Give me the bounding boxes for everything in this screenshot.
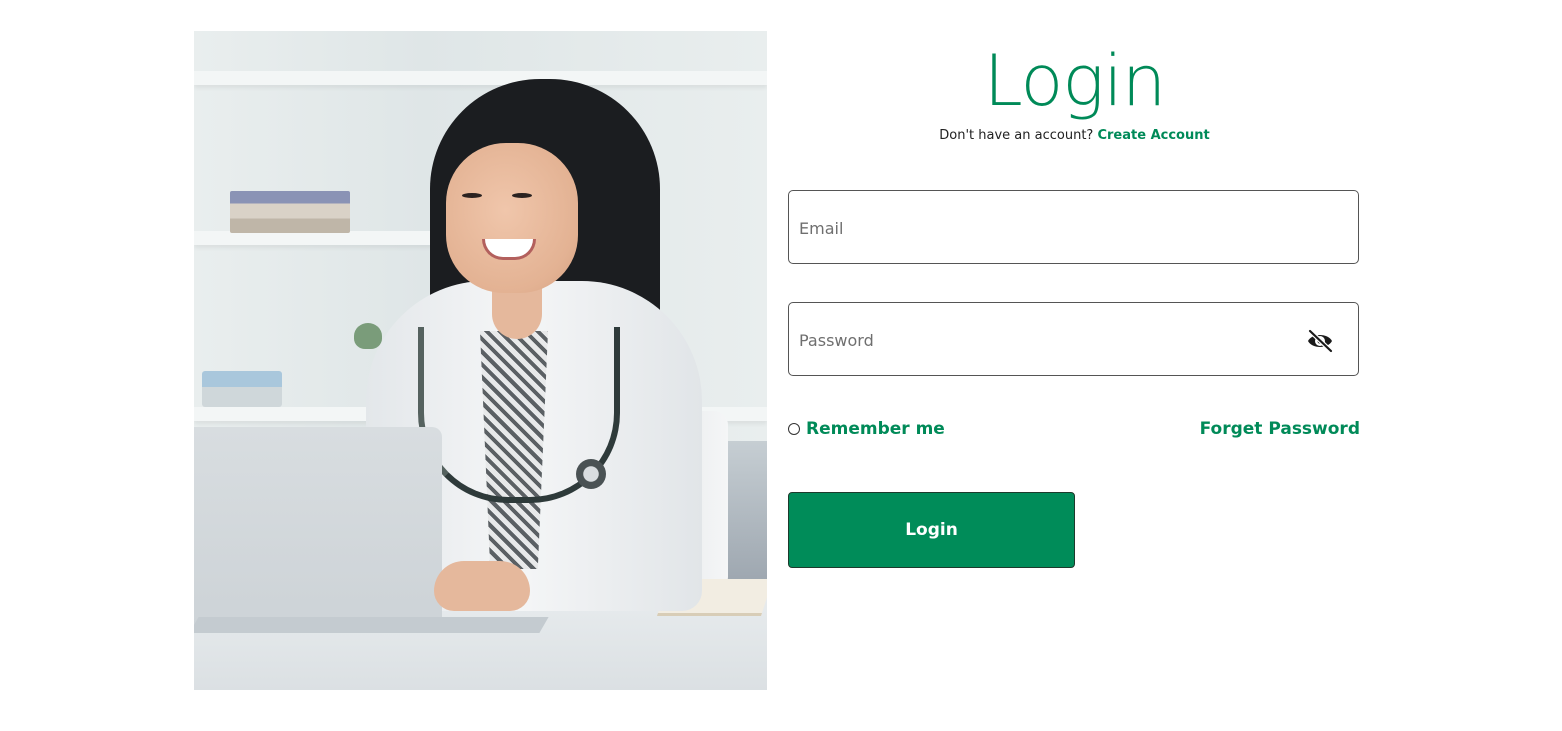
shelf bbox=[194, 231, 444, 245]
books bbox=[230, 191, 350, 233]
email-field[interactable] bbox=[788, 190, 1359, 265]
password-field[interactable] bbox=[788, 302, 1359, 377]
password-input[interactable] bbox=[799, 303, 1279, 377]
doctor-eye bbox=[512, 193, 532, 198]
login-page: Login Don't have an account? Create Acco… bbox=[0, 0, 1562, 731]
login-options-row: Remember me Forget Password bbox=[788, 416, 1361, 442]
eye-slash-icon[interactable] bbox=[1306, 328, 1334, 354]
plant bbox=[354, 323, 382, 349]
page-title: Login bbox=[983, 40, 1166, 122]
create-account-link[interactable]: Create Account bbox=[1097, 128, 1209, 143]
signup-prompt: Don't have an account? Create Account bbox=[788, 127, 1361, 145]
doctor-hero-image bbox=[194, 31, 767, 690]
jar bbox=[202, 371, 282, 407]
login-button[interactable]: Login bbox=[788, 492, 1075, 568]
doctor-eye bbox=[462, 193, 482, 198]
stethoscope-chestpiece bbox=[576, 459, 606, 489]
signup-prompt-text: Don't have an account? bbox=[939, 128, 1094, 143]
laptop-base bbox=[194, 617, 549, 633]
doctor-face bbox=[446, 143, 578, 293]
doctor-hands bbox=[434, 561, 530, 611]
remember-me-radio[interactable] bbox=[788, 423, 800, 435]
forget-password-link[interactable]: Forget Password bbox=[1200, 416, 1360, 442]
shelf bbox=[194, 71, 767, 85]
remember-me-label: Remember me bbox=[806, 419, 945, 439]
email-input[interactable] bbox=[799, 191, 1279, 265]
remember-me-toggle[interactable]: Remember me bbox=[788, 416, 945, 442]
laptop bbox=[194, 427, 442, 627]
